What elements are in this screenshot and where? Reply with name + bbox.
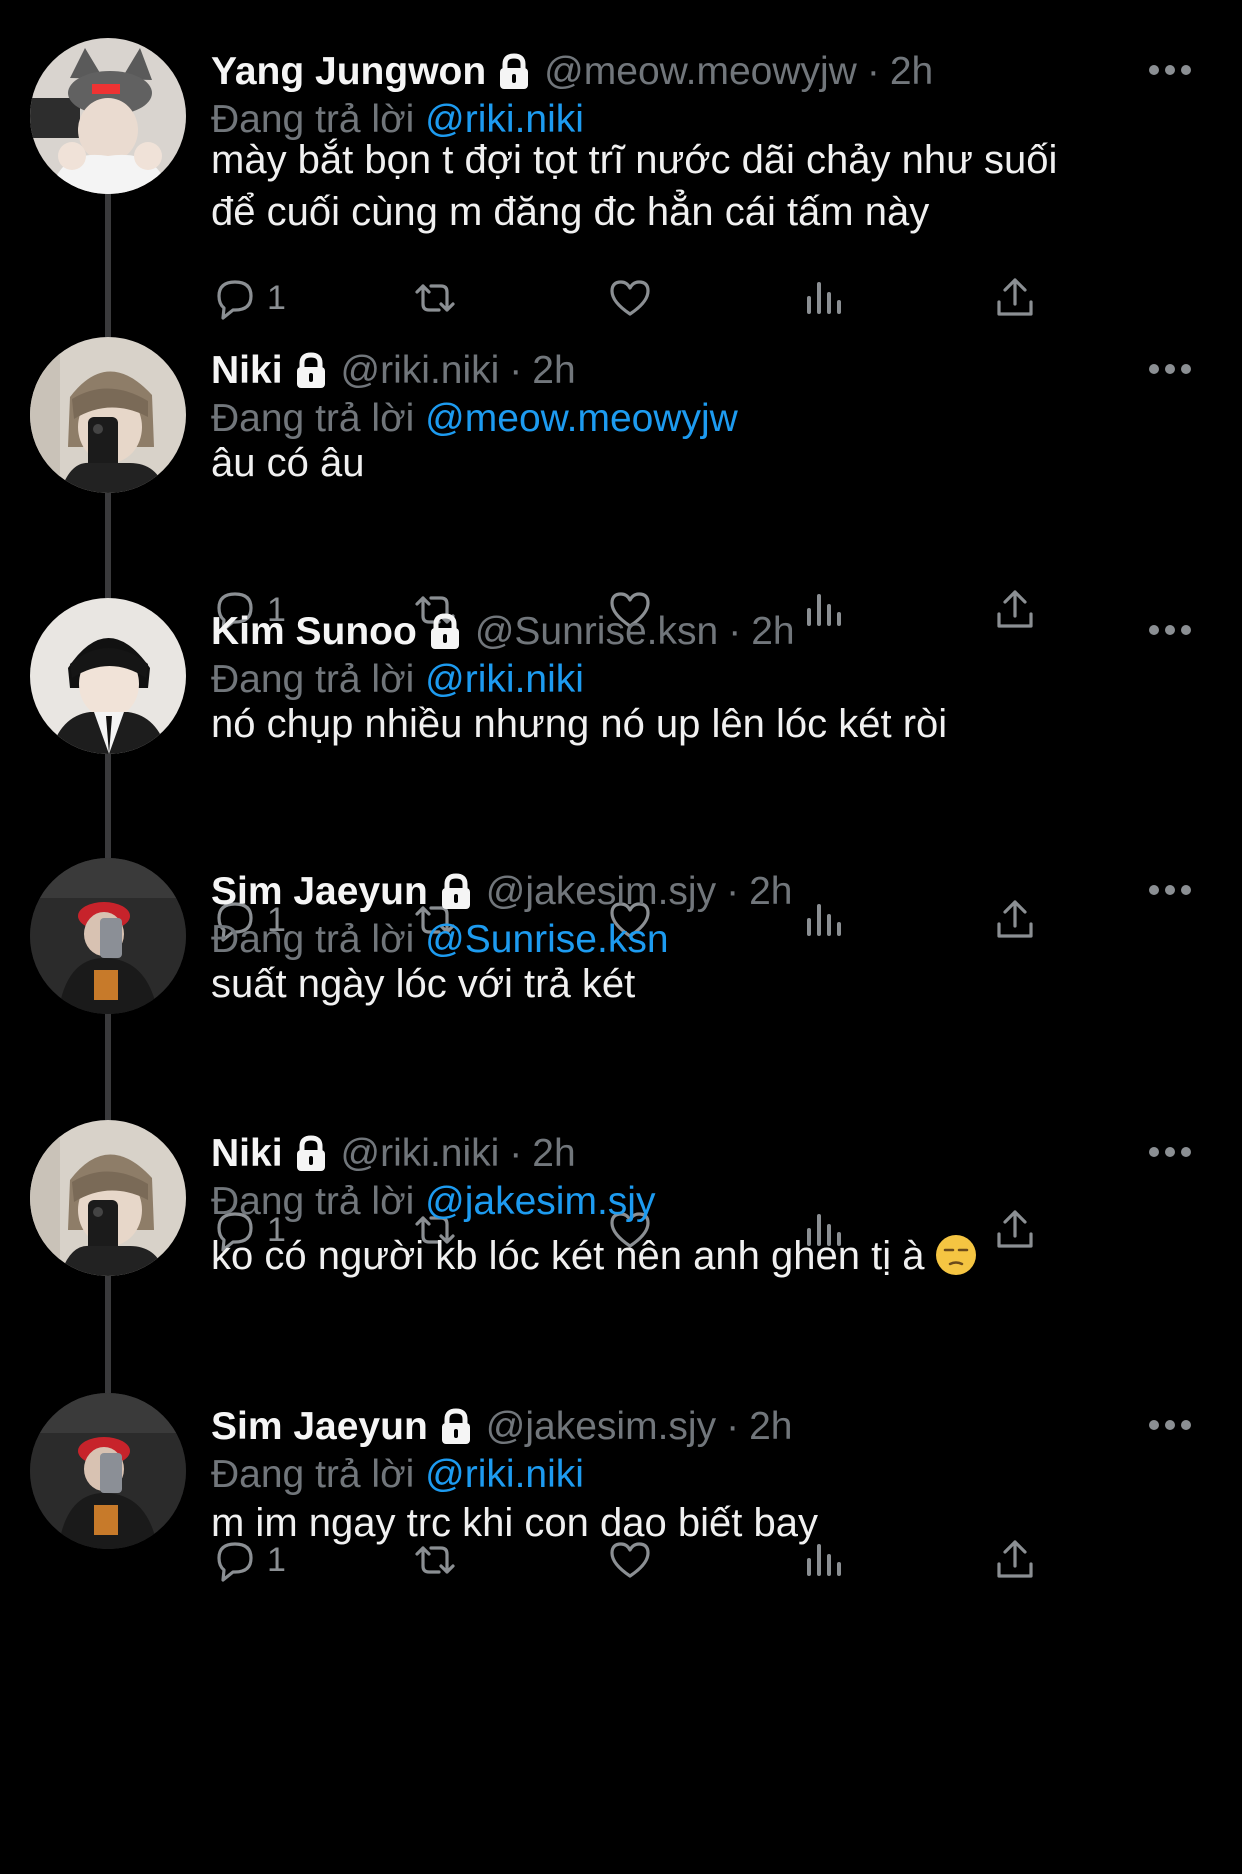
tweet-text-line: suất ngày lóc với trả két xyxy=(211,958,1191,1010)
tweet-text: âu có âu xyxy=(211,437,1191,489)
replying-to-label: Đang trả lời xyxy=(211,1453,415,1496)
tweet-text-line: mày bắt bọn t đợi tọt trĩ nước dãi chảy … xyxy=(211,134,1191,186)
separator-dot: · xyxy=(726,1405,740,1448)
avatar[interactable] xyxy=(30,858,186,1014)
timestamp[interactable]: 2h xyxy=(749,1399,792,1455)
replying-to-link[interactable]: @meow.meowyjw xyxy=(425,397,738,440)
avatar[interactable] xyxy=(30,598,186,754)
views-button[interactable] xyxy=(799,268,847,328)
tweet-text-content: ko có người kb lóc két nên anh ghen tị à xyxy=(211,1234,925,1278)
replying-to-label: Đang trả lời xyxy=(211,658,415,701)
reply-icon xyxy=(211,274,259,322)
lock-icon xyxy=(427,613,463,651)
avatar[interactable] xyxy=(30,38,186,194)
tweet[interactable]: Kim Sunoo @Sunrise.ksn · 2h Đang trả lời @ri… xyxy=(0,598,1242,942)
more-icon[interactable] xyxy=(1138,1132,1202,1172)
views-icon xyxy=(799,274,847,322)
timestamp[interactable]: 2h xyxy=(890,44,933,100)
retweet-icon xyxy=(411,274,459,322)
tweet-text-line: âu có âu xyxy=(211,437,1191,489)
replying-to-label: Đang trả lời xyxy=(211,918,415,961)
reply-count: 1 xyxy=(267,278,286,317)
tweet-text-content: nó chụp nhiều nhưng nó up lên lóc két rò… xyxy=(211,702,948,746)
share-button[interactable] xyxy=(991,268,1039,328)
tweet-text-line: m im ngay trc khi con dao biết bay xyxy=(211,1497,1191,1549)
reply-button[interactable]: 1 xyxy=(211,268,286,328)
replying-to-label: Đang trả lời xyxy=(211,397,415,440)
replying-to-link[interactable]: @Sunrise.ksn xyxy=(425,918,668,961)
retweet-button[interactable] xyxy=(411,268,459,328)
unamused-face-emoji-icon xyxy=(936,1235,977,1275)
user-handle[interactable]: @meow.meowyjw xyxy=(544,44,857,100)
replying-to-link[interactable]: @jakesim.sjy xyxy=(425,1180,655,1223)
tweet-text-content: mày bắt bọn t đợi tọt trĩ nước dãi chảy … xyxy=(211,138,1058,182)
avatar[interactable] xyxy=(30,337,186,493)
lock-icon xyxy=(496,53,532,91)
tweet-text-line: ko có người kb lóc két nên anh ghen tị à xyxy=(211,1230,1191,1282)
tweet-text: nó chụp nhiều nhưng nó up lên lóc két rò… xyxy=(211,698,1191,750)
tweet[interactable]: Niki @riki.niki · 2h Đang trả lời @meow.meow… xyxy=(0,337,1242,632)
replying-to: Đang trả lời @riki.niki xyxy=(211,1447,584,1503)
tweet-text: m im ngay trc khi con dao biết bay xyxy=(211,1497,1191,1549)
like-button[interactable] xyxy=(606,268,654,328)
tweet-text-line: nó chụp nhiều nhưng nó up lên lóc két rò… xyxy=(211,698,1191,750)
separator-dot: · xyxy=(726,870,740,913)
tweet[interactable]: Niki @riki.niki · 2h Đang trả lời @jakesim.s… xyxy=(0,1120,1242,1582)
heart-icon xyxy=(606,274,654,322)
more-icon[interactable] xyxy=(1138,870,1202,910)
avatar[interactable] xyxy=(30,1120,186,1276)
tweet[interactable]: Sim Jaeyun @jakesim.sjy · 2h Đang trả lời @r… xyxy=(0,1393,1242,1593)
tweet-text-content: âu có âu xyxy=(211,441,365,485)
tweet[interactable]: Yang Jungwon @meow.meowyjw · 2h Đang trả lời… xyxy=(0,38,1242,320)
tweet-text: mày bắt bọn t đợi tọt trĩ nước dãi chảy … xyxy=(211,134,1191,238)
lock-icon xyxy=(438,873,474,911)
timestamp[interactable]: 2h xyxy=(751,604,794,660)
tweet-text-line: để cuối cùng m đăng đc hẳn cái tấm này xyxy=(211,186,1191,238)
replying-to-link[interactable]: @riki.niki xyxy=(425,1453,584,1496)
tweet-actions: 1 xyxy=(211,268,1111,328)
separator-dot: · xyxy=(728,610,742,653)
timestamp[interactable]: 2h xyxy=(749,864,792,920)
tweet[interactable]: Sim Jaeyun @jakesim.sjy · 2h Đang trả lời @S… xyxy=(0,858,1242,1252)
replying-to-label: Đang trả lời xyxy=(211,1180,415,1223)
separator-dot: · xyxy=(866,50,880,93)
lock-icon xyxy=(293,352,329,390)
more-icon[interactable] xyxy=(1138,610,1202,650)
tweet-text: ko có người kb lóc két nên anh ghen tị à xyxy=(211,1230,1191,1282)
lock-icon xyxy=(293,1135,329,1173)
replying-to-link[interactable]: @riki.niki xyxy=(425,658,584,701)
lock-icon xyxy=(438,1408,474,1446)
more-icon[interactable] xyxy=(1138,1405,1202,1445)
tweet-text: suất ngày lóc với trả két xyxy=(211,958,1191,1010)
tweet-text-content: để cuối cùng m đăng đc hẳn cái tấm này xyxy=(211,190,930,234)
tweet-text-content: m im ngay trc khi con dao biết bay xyxy=(211,1501,818,1545)
more-icon[interactable] xyxy=(1138,50,1202,90)
more-icon[interactable] xyxy=(1138,349,1202,389)
replying-to: Đang trả lời @jakesim.sjy xyxy=(211,1174,655,1230)
tweet-text-content: suất ngày lóc với trả két xyxy=(211,962,636,1006)
avatar[interactable] xyxy=(30,1393,186,1549)
share-icon xyxy=(991,274,1039,322)
